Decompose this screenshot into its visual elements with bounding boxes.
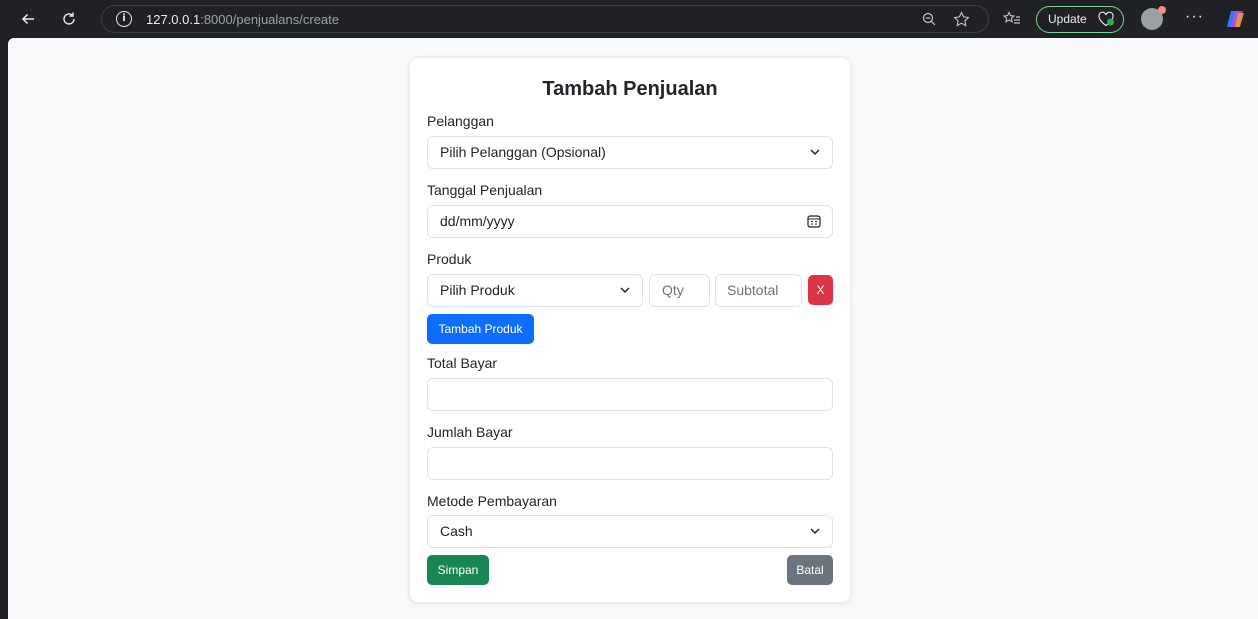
browser-toolbar: i 127.0.0.1:8000/penjualans/create Updat… xyxy=(0,0,1258,38)
update-button[interactable]: Update xyxy=(1036,6,1124,33)
health-icon xyxy=(1098,11,1114,27)
zoom-icon[interactable] xyxy=(919,9,939,29)
jumlah-bayar-input[interactable] xyxy=(427,447,833,480)
update-label: Update xyxy=(1048,12,1087,26)
site-info-icon[interactable]: i xyxy=(116,11,132,27)
produk-selected-value: Pilih Produk xyxy=(440,282,515,298)
favorite-star-icon[interactable] xyxy=(951,9,971,29)
copilot-icon[interactable] xyxy=(1225,8,1247,30)
subtotal-input[interactable]: Subtotal xyxy=(715,274,802,307)
add-product-button[interactable]: Tambah Produk xyxy=(427,314,534,344)
qty-input[interactable]: Qty xyxy=(649,274,710,307)
chevron-down-icon xyxy=(810,149,820,156)
metode-select[interactable]: Cash xyxy=(427,515,833,548)
save-button[interactable]: Simpan xyxy=(427,555,489,585)
tanggal-label: Tanggal Penjualan xyxy=(427,182,543,198)
total-bayar-label: Total Bayar xyxy=(427,355,498,371)
more-menu-icon[interactable]: ··· xyxy=(1185,8,1204,26)
subtotal-placeholder: Subtotal xyxy=(727,282,779,298)
produk-label: Produk xyxy=(427,251,472,267)
remove-product-button[interactable]: X xyxy=(808,275,833,305)
total-bayar-input[interactable] xyxy=(427,378,833,411)
pelanggan-selected-value: Pilih Pelanggan (Opsional) xyxy=(440,144,606,160)
back-icon[interactable] xyxy=(15,6,41,32)
page-content: Tambah Penjualan Pelanggan Pilih Pelangg… xyxy=(8,38,1258,619)
metode-label: Metode Pembayaran xyxy=(427,493,557,509)
calendar-icon[interactable] xyxy=(807,214,821,228)
profile-avatar[interactable] xyxy=(1141,6,1166,30)
address-bar[interactable]: i 127.0.0.1:8000/penjualans/create xyxy=(101,5,989,33)
favorites-list-icon[interactable] xyxy=(1002,9,1022,29)
metode-selected-value: Cash xyxy=(440,523,473,539)
form-title: Tambah Penjualan xyxy=(542,78,718,100)
tanggal-input[interactable]: dd/mm/yyyy xyxy=(427,205,833,238)
qty-placeholder: Qty xyxy=(662,282,684,298)
cancel-button[interactable]: Batal xyxy=(787,555,833,585)
sales-form-card: Tambah Penjualan Pelanggan Pilih Pelangg… xyxy=(410,58,850,602)
notification-dot xyxy=(1158,6,1166,14)
reload-icon[interactable] xyxy=(56,6,82,32)
pelanggan-select[interactable]: Pilih Pelanggan (Opsional) xyxy=(427,136,833,169)
jumlah-bayar-label: Jumlah Bayar xyxy=(427,424,513,440)
pelanggan-label: Pelanggan xyxy=(427,113,494,129)
produk-select[interactable]: Pilih Produk xyxy=(427,274,643,307)
tanggal-value: dd/mm/yyyy xyxy=(440,213,515,229)
url-text: 127.0.0.1:8000/penjualans/create xyxy=(146,12,339,27)
chevron-down-icon xyxy=(620,287,630,294)
chevron-down-icon xyxy=(810,528,820,535)
